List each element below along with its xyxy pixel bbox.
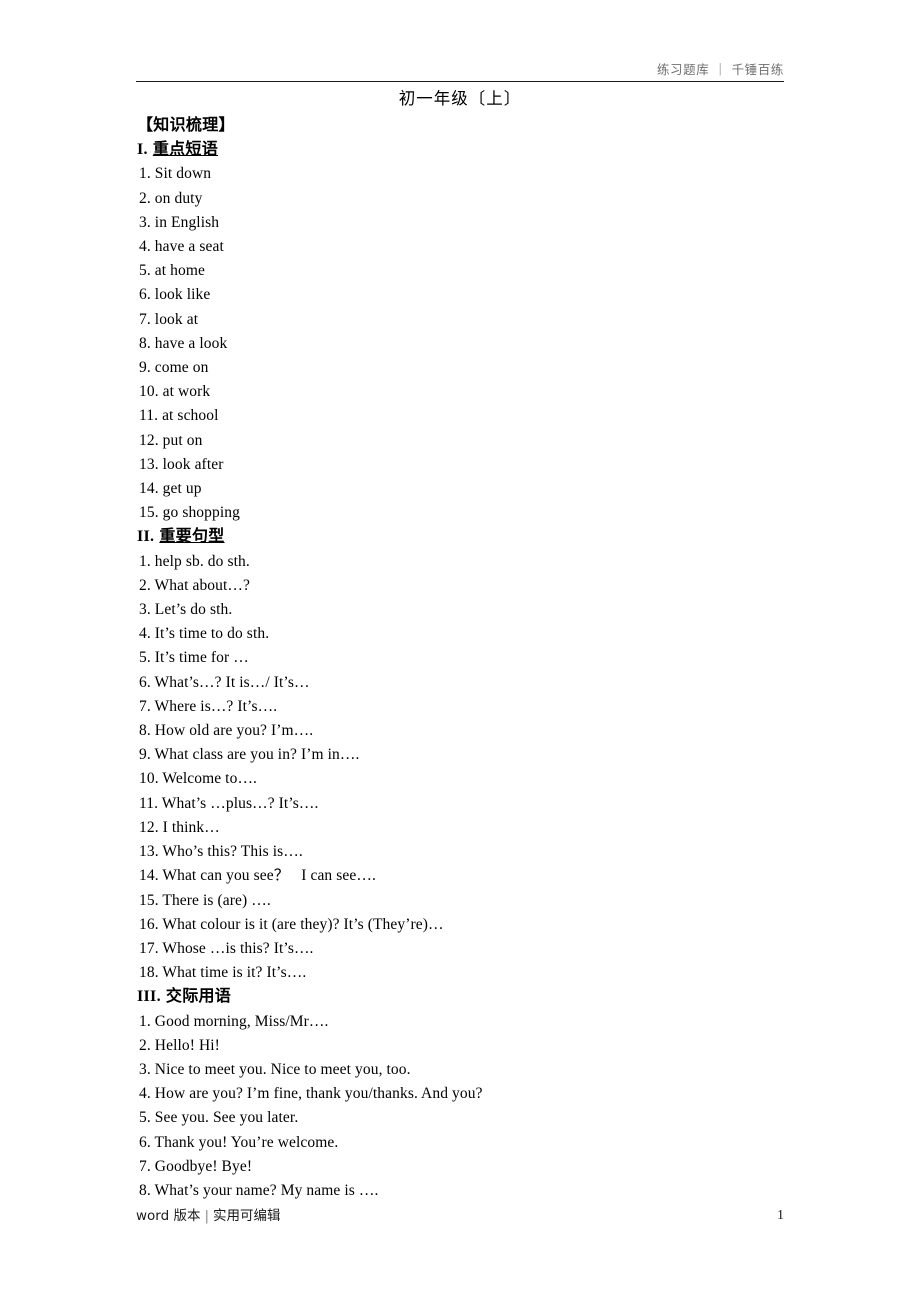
page-title: 初一年级〔上〕 <box>398 89 522 108</box>
list-item: 10. Welcome to…. <box>139 770 258 788</box>
list-item: 2. Hello! Hi! <box>139 1036 220 1054</box>
list-item: 7. Goodbye! Bye! <box>139 1157 253 1175</box>
list-item: 1. Good morning, Miss/Mr…. <box>139 1012 329 1030</box>
list-item: 11. at school <box>139 407 219 425</box>
list-item: 9. What class are you in? I’m in…. <box>139 746 360 764</box>
list-item: 6. What’s…? It is…/ It’s… <box>139 673 310 691</box>
footer-label: word 版本 | 实用可编辑 <box>136 1206 281 1226</box>
section-2-roman: II. <box>137 528 155 546</box>
list-item: 18. What time is it? It’s…. <box>139 964 307 982</box>
document-page: 练习题库 ｜ 千锤百练 初一年级〔上〕 【知识梳理】 I. 重点短语 1. Sit… <box>0 0 920 1302</box>
list-item: 2. What about…? <box>139 576 250 594</box>
list-item: 8. have a look <box>139 334 228 352</box>
list-item: 3. in English <box>139 213 220 231</box>
list-item: 13. look after <box>139 455 224 473</box>
section-2-name: 重要句型 <box>159 528 225 546</box>
section-1-name: 重点短语 <box>152 141 219 159</box>
list-item: 12. put on <box>139 431 203 449</box>
list-item: 16. What colour is it (are they)? It’s (… <box>139 915 444 933</box>
list-item: 4. How are you? I’m fine, thank you/than… <box>139 1085 483 1103</box>
header-label: 练习题库 ｜ 千锤百练 <box>656 62 784 77</box>
running-footer: word 版本 | 实用可编辑 1 <box>136 1206 784 1226</box>
list-item: 4. It’s time to do sth. <box>139 625 270 643</box>
list-item: 5. It’s time for … <box>139 649 249 667</box>
list-item: 6. look like <box>139 286 211 304</box>
section-3-name: 交际用语 <box>165 988 232 1006</box>
list-item: 7. look at <box>139 310 199 328</box>
footer-label-right: 实用可编辑 <box>213 1208 281 1224</box>
list-item: 6. Thank you! You’re welcome. <box>139 1133 339 1151</box>
list-item: 3. Nice to meet you. Nice to meet you, t… <box>139 1060 411 1078</box>
list-item: 15. go shopping <box>139 504 240 522</box>
list-item: 14. get up <box>139 480 202 498</box>
list-item: 12. I think… <box>139 818 220 836</box>
running-header: 练习题库 ｜ 千锤百练 <box>136 62 784 82</box>
section-3-roman: III. <box>137 988 161 1006</box>
list-item: 17. Whose …is this? It’s…. <box>139 939 314 957</box>
list-item: 10. at work <box>139 383 211 401</box>
list-item: 2. on duty <box>139 189 203 207</box>
footer-label-left: word 版本 <box>136 1208 201 1224</box>
section-heading-2: II. 重要句型 <box>137 525 797 549</box>
page-number: 1 <box>777 1208 784 1223</box>
list-item: 3. Let’s do sth. <box>139 601 233 619</box>
list-item: 7. Where is…? It’s…. <box>139 697 278 715</box>
list-item: 1. Sit down <box>139 165 212 183</box>
section-heading-3: III. 交际用语 <box>137 985 797 1009</box>
section-1-roman: I. <box>137 141 148 159</box>
knowledge-review-heading: 【知识梳理】 <box>137 117 235 134</box>
list-item: 8. What’s your name? My name is …. <box>139 1181 379 1199</box>
list-item: 5. at home <box>139 262 205 280</box>
list-item: 5. See you. See you later. <box>139 1109 299 1127</box>
list-item: 4. have a seat <box>139 238 224 256</box>
footer-separator: | <box>204 1208 210 1224</box>
list-item: 13. Who’s this? This is…. <box>139 843 303 861</box>
list-item: 8. How old are you? I’m…. <box>139 722 314 740</box>
list-item: 15. There is (are) …. <box>139 891 271 909</box>
header-rule <box>136 81 784 82</box>
list-item: 1. help sb. do sth. <box>139 552 250 570</box>
list-item: 14. What can you see？ I can see…. <box>139 867 376 885</box>
section-heading-1: I. 重点短语 <box>137 138 797 162</box>
list-item: 9. come on <box>139 359 209 377</box>
document-body: 【知识梳理】 I. 重点短语 1. Sit down 2. on duty 3. … <box>137 114 797 1203</box>
list-item: 11. What’s …plus…? It’s…. <box>139 794 319 812</box>
